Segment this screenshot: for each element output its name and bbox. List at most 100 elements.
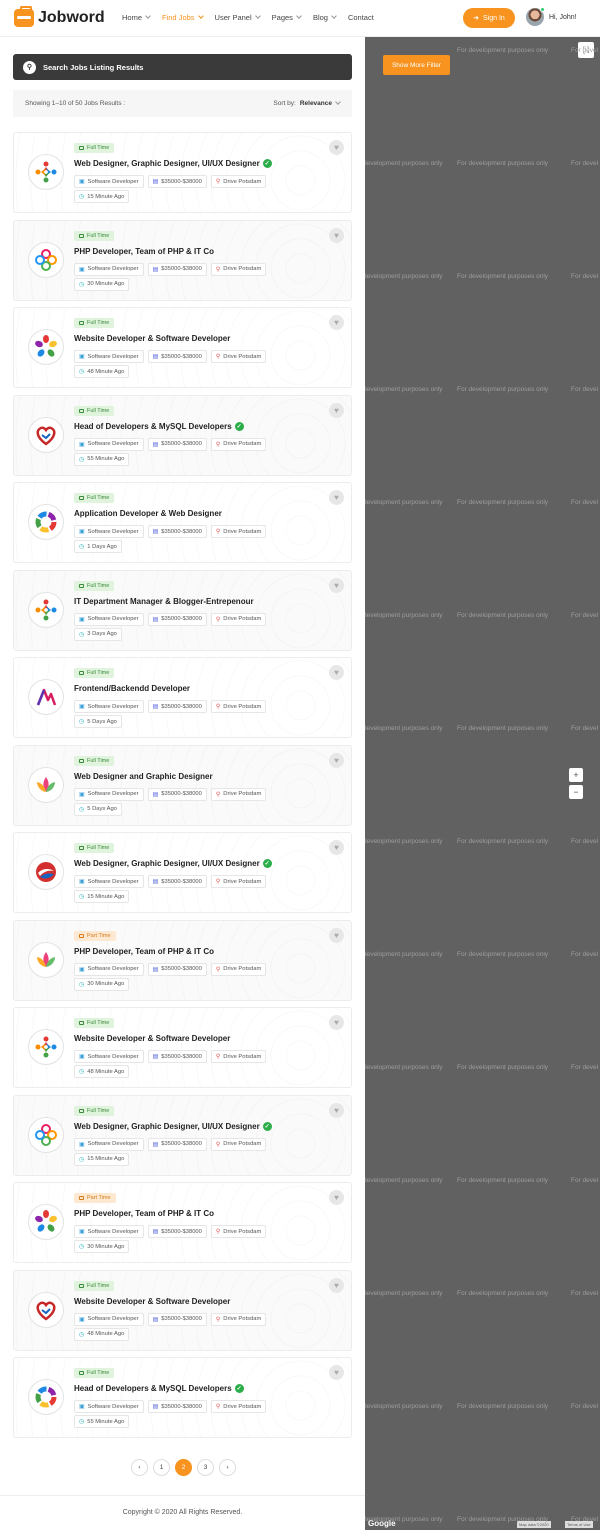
job-card[interactable]: Full Time Frontend/Backendd Developer ▣ Sof… [13,657,352,738]
job-title[interactable]: Web Designer and Graphic Designer [74,772,213,781]
page-button-2[interactable]: 2 [175,1459,192,1476]
posted-time: ◷ 30 Minute Ago [74,977,133,991]
job-card[interactable]: Full Time Web Designer, Graphic Designer,… [13,832,352,913]
page-button-3[interactable]: 3 [197,1459,214,1476]
favorite-heart-icon[interactable]: ♥ [329,927,344,943]
favorite-heart-icon[interactable]: ♥ [329,227,344,243]
favorite-heart-icon[interactable]: ♥ [329,1015,344,1030]
job-card[interactable]: Part Time PHP Developer, Team of PHP & IT… [13,1182,352,1263]
job-title[interactable]: Website Developer & Software Developer [74,334,230,343]
time-text: 30 Minute Ago [87,981,125,987]
favorite-heart-icon[interactable]: ♥ [329,840,344,855]
job-title[interactable]: Frontend/Backendd Developer [74,684,190,693]
favorite-heart-icon[interactable]: ♥ [329,315,344,330]
favorite-heart-icon[interactable]: ♥ [329,665,344,680]
favorite-heart-icon[interactable]: ♥ [329,577,344,593]
user-menu[interactable]: Hi, John! [526,7,577,26]
favorite-heart-icon[interactable]: ♥ [329,752,344,768]
company-logo[interactable] [28,854,64,890]
job-card[interactable]: Full Time Web Designer, Graphic Designer,… [13,132,352,213]
nav-item-blog[interactable]: Blog [313,13,337,22]
job-card[interactable]: Full Time Head of Developers & MySQL Deve… [13,1357,352,1438]
company-logo[interactable] [28,416,64,453]
job-card[interactable]: Full Time PHP Developer, Team of PHP & IT… [13,219,352,301]
clock-icon: ◷ [79,631,85,638]
job-card[interactable]: Full Time Head of Developers & MySQL Deve… [13,394,352,476]
main-nav: Home Find Jobs User Panel Pages Blog Contact [122,13,386,22]
zoom-out-button[interactable]: − [569,785,583,799]
job-card[interactable]: Full Time Website Developer & Software De… [13,307,352,388]
favorite-heart-icon[interactable]: ♥ [329,1365,344,1380]
favorite-heart-icon[interactable]: ♥ [329,490,344,505]
job-title[interactable]: Website Developer & Software Developer [74,1034,230,1043]
zoom-in-button[interactable]: + [569,768,583,782]
job-type-label: Full Time [87,1370,110,1376]
location-tag: ⚲ Drive Potsdam [210,1312,267,1326]
company-logo[interactable] [28,329,64,365]
briefcase-icon [79,1108,84,1113]
prev-page-button[interactable]: ‹ [131,1459,148,1476]
company-logo[interactable] [28,679,64,715]
company-logo[interactable] [28,766,64,803]
nav-item-find-jobs[interactable]: Find Jobs [162,13,204,22]
favorite-heart-icon[interactable]: ♥ [329,140,344,155]
favorite-heart-icon[interactable]: ♥ [329,1102,344,1118]
show-more-filter-button[interactable]: Show More Filter [383,55,450,75]
company-logo[interactable] [28,1204,64,1240]
company-logo[interactable] [28,504,64,540]
job-type-badge: Full Time [74,493,115,503]
sign-in-button[interactable]: ➜ Sign In [463,8,515,28]
job-title[interactable]: PHP Developer, Team of PHP & IT Co [74,1209,214,1218]
job-type-badge: Part Time [74,1193,116,1203]
job-title-text: PHP Developer, Team of PHP & IT Co [74,246,215,256]
job-title[interactable]: PHP Developer, Team of PHP & IT Co [74,947,214,956]
job-card[interactable]: Full Time Website Developer & Software De… [13,1007,352,1088]
company-logo[interactable] [28,1291,64,1328]
job-title-text: Frontend/Backendd Developer [74,684,191,693]
job-card[interactable]: Full Time Web Designer and Graphic Design… [13,744,352,826]
nav-item-home[interactable]: Home [122,13,151,22]
job-card[interactable]: Part Time PHP Developer, Team of PHP & IT… [13,919,352,1001]
job-card[interactable]: Full Time Web Designer, Graphic Designer,… [13,1094,352,1176]
company-logo[interactable] [28,154,64,190]
job-title[interactable]: Web Designer, Graphic Designer, UI/UX De… [74,159,272,168]
company-logo[interactable] [28,1116,64,1153]
company-logo[interactable] [28,241,64,278]
location-text: Drive Potsdam [223,616,262,622]
posted-time: ◷ 15 Minute Ago [74,190,133,203]
location-text: Drive Potsdam [223,528,262,535]
site-logo[interactable]: Jobword [14,6,105,27]
favorite-heart-icon[interactable]: ♥ [329,1190,344,1205]
company-logo[interactable] [28,1029,64,1065]
job-title[interactable]: Head of Developers & MySQL Developers ✓ [74,421,244,431]
job-title[interactable]: Web Designer, Graphic Designer, UI/UX De… [74,1121,272,1131]
job-card[interactable]: Full Time Application Developer & Web Des… [13,482,352,563]
job-card[interactable]: Full Time IT Department Manager & Blogger… [13,569,352,651]
next-page-button[interactable]: › [219,1459,236,1476]
nav-item-contact[interactable]: Contact [348,13,374,22]
job-title[interactable]: IT Department Manager & Blogger-Entrepen… [74,597,254,606]
favorite-heart-icon[interactable]: ♥ [329,402,344,418]
search-jobs-bar[interactable]: ⚲ Search Jobs Listing Results [13,54,352,80]
job-card[interactable]: Full Time Website Developer & Software De… [13,1269,352,1351]
briefcase-icon: ▣ [79,616,85,623]
nav-item-pages[interactable]: Pages [272,13,302,22]
company-logo[interactable] [28,1379,64,1415]
job-title[interactable]: PHP Developer, Team of PHP & IT Co [74,247,214,256]
favorite-heart-icon[interactable]: ♥ [329,1277,344,1293]
map-panel[interactable]: Show More Filter ⛶ + − Google Map data ©… [365,37,600,1530]
job-title[interactable]: Application Developer & Web Designer [74,509,222,518]
job-title[interactable]: Web Designer, Graphic Designer, UI/UX De… [74,859,272,868]
nav-item-user-panel[interactable]: User Panel [215,13,261,22]
job-title-text: Head of Developers & MySQL Developers [74,421,232,431]
page-button-1[interactable]: 1 [153,1459,170,1476]
time-tag: ◷ 3 Days Ago [74,627,122,641]
company-logo[interactable] [28,941,64,978]
footer-divider [0,1495,365,1496]
company-logo[interactable] [28,591,64,628]
sort-dropdown[interactable]: Sort by: Relevance [273,99,341,107]
job-title[interactable]: Website Developer & Software Developer [74,1297,230,1306]
top-header: Jobword Home Find Jobs User Panel Pages Blog… [0,0,600,37]
category-tag: ▣ Software Developer [74,350,144,363]
job-title[interactable]: Head of Developers & MySQL Developers ✓ [74,1384,244,1393]
